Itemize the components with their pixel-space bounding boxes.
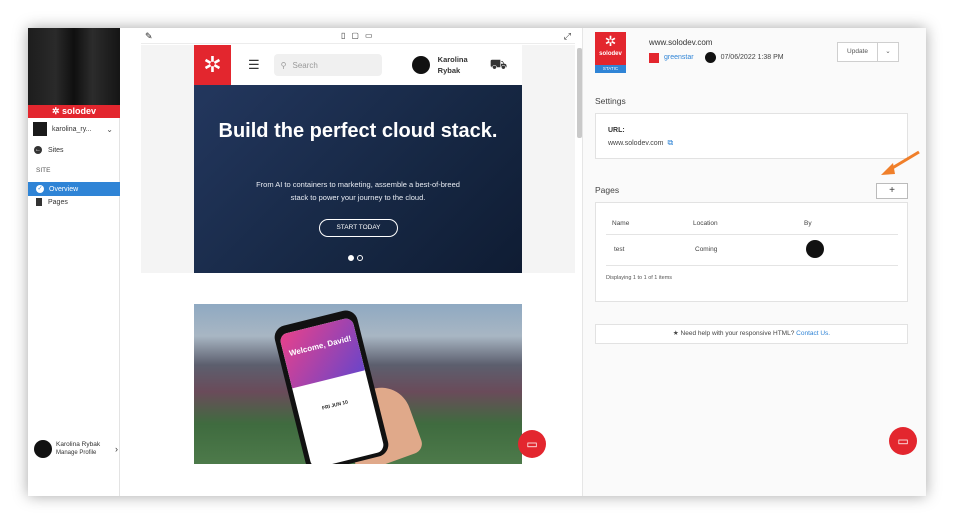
desktop-icon[interactable]: ▭: [365, 31, 373, 40]
hero-banner: Build the perfect cloud stack. From AI t…: [194, 85, 522, 273]
divider: [606, 265, 898, 266]
account-name: karolina_ry...: [52, 125, 92, 133]
star-icon: ★: [672, 330, 679, 337]
stadium-photo: Welcome, David! FRI JUN 10: [194, 304, 522, 464]
phone-image: Welcome, David! FRI JUN 10: [272, 307, 391, 464]
chat-icon: ▭: [526, 437, 538, 451]
site-meta: greenstar 07/06/2022 1:38 PM: [649, 52, 784, 63]
external-link-icon[interactable]: ⧉: [668, 138, 674, 148]
site-preview: ✎ ▯ ▢ ▭ ⤢ ✲ ☰ ⚲ Search Karolina Rybak ⛟ …: [121, 28, 582, 496]
app-window: ✲ solodev karolina_ry... ⌄ ← Sites SITE …: [28, 28, 926, 496]
back-arrow-icon: ←: [34, 146, 42, 154]
owner-badge-icon: [649, 52, 659, 63]
timestamp: 07/06/2022 1:38 PM: [720, 54, 784, 61]
help-banner: ★ Need help with your responsive HTML? C…: [595, 324, 908, 344]
search-icon: ⚲: [280, 60, 287, 70]
start-today-button[interactable]: START TODAY: [319, 219, 398, 237]
pages-table: Name Location By test Coming Displaying …: [595, 202, 908, 302]
avatar: [411, 56, 430, 74]
cart-icon[interactable]: ⛟: [490, 56, 508, 75]
preview-toolbar: ✎ ▯ ▢ ▭ ⤢: [141, 30, 575, 44]
settings-heading: Settings: [595, 96, 626, 106]
add-page-button[interactable]: +: [876, 183, 908, 199]
carousel-dot[interactable]: [357, 255, 363, 261]
site-frame: ✲ ☰ ⚲ Search Karolina Rybak ⛟ Build the …: [141, 45, 575, 496]
divider: [606, 234, 898, 235]
avatar: [704, 52, 716, 63]
manage-profile-link[interactable]: Manage Profile: [56, 449, 100, 457]
carousel-dots: [348, 255, 363, 261]
sidebar-section-label: SITE: [36, 167, 51, 174]
profile-menu[interactable]: Karolina Rybak Manage Profile ›: [34, 438, 118, 460]
page-name-cell[interactable]: test: [614, 246, 624, 253]
chat-launcher-button[interactable]: ▭: [518, 430, 546, 458]
column-header[interactable]: Location: [693, 220, 718, 227]
owner-link[interactable]: greenstar: [664, 54, 694, 61]
page-location-cell: Coming: [695, 246, 718, 253]
column-header[interactable]: By: [804, 220, 812, 227]
brand-logo: ✲ solodev: [28, 105, 120, 118]
sidebar: ✲ solodev karolina_ry... ⌄ ← Sites SITE …: [28, 28, 120, 496]
hero-title: Build the perfect cloud stack.: [218, 120, 498, 142]
site-details-panel: ✲ solodev STATIC www.solodev.com greenst…: [582, 28, 926, 496]
annotation-arrow-icon: [881, 150, 920, 175]
update-button[interactable]: Update ⌄: [837, 42, 899, 62]
site-search-input[interactable]: ⚲ Search: [273, 54, 382, 76]
chevron-right-icon: ›: [115, 444, 118, 454]
hamburger-menu-icon[interactable]: ☰: [248, 57, 260, 73]
avatar: [34, 440, 52, 458]
site-user-menu[interactable]: Karolina Rybak: [411, 54, 468, 76]
settings-card: URL: www.solodev.com ⧉: [595, 113, 908, 159]
chat-icon: ▭: [897, 434, 909, 448]
carousel-dot[interactable]: [348, 255, 354, 261]
sidebar-item-sites[interactable]: ← Sites: [34, 146, 64, 154]
account-switcher[interactable]: karolina_ry... ⌄: [33, 121, 117, 137]
site-logo: ✲ solodev STATIC: [595, 32, 626, 73]
column-header[interactable]: Name: [612, 220, 629, 227]
pages-heading: Pages: [595, 185, 620, 195]
page-icon: [36, 198, 42, 206]
sidebar-item-pages[interactable]: Pages: [36, 198, 68, 206]
site-url: www.solodev.com: [608, 139, 664, 147]
site-logo[interactable]: ✲: [194, 45, 231, 85]
tablet-icon[interactable]: ▢: [351, 31, 359, 40]
site-navbar: ✲ ☰ ⚲ Search Karolina Rybak ⛟: [194, 45, 522, 85]
pagination-info: Displaying 1 to 1 of 1 items: [606, 275, 673, 281]
mobile-icon[interactable]: ▯: [341, 31, 345, 40]
sidebar-item-overview[interactable]: ✓ Overview: [28, 182, 120, 196]
chevron-down-icon: ⌄: [106, 124, 113, 134]
contact-us-link[interactable]: Contact Us.: [796, 330, 830, 337]
profile-name: Karolina Rybak: [56, 441, 101, 448]
chevron-down-icon[interactable]: ⌄: [878, 43, 898, 61]
site-domain: www.solodev.com: [649, 38, 713, 47]
chat-launcher-button[interactable]: ▭: [889, 427, 917, 455]
expand-icon[interactable]: ⤢: [564, 31, 571, 42]
hero-subtitle: From AI to containers to marketing, asse…: [256, 180, 460, 202]
avatar: [33, 122, 47, 136]
account-banner-image: [28, 28, 120, 105]
pencil-icon[interactable]: ✎: [145, 31, 153, 42]
overview-icon: ✓: [36, 185, 44, 193]
avatar: [806, 240, 824, 258]
